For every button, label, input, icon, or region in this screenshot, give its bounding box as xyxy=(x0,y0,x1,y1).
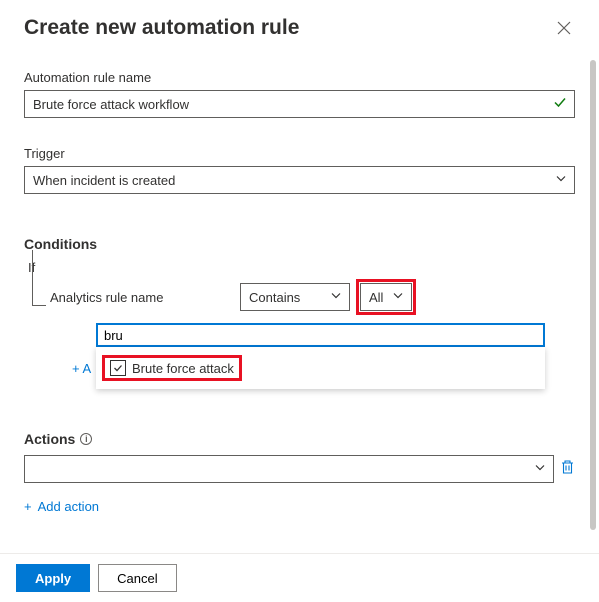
panel-title: Create new automation rule xyxy=(24,16,299,40)
add-action-button[interactable]: + Add action xyxy=(24,499,99,514)
trigger-label: Trigger xyxy=(24,146,575,161)
scrollbar[interactable] xyxy=(590,60,596,530)
add-condition-prefix[interactable]: + A xyxy=(72,361,91,376)
apply-button[interactable]: Apply xyxy=(16,564,90,592)
actions-heading: Actions i xyxy=(24,431,575,447)
plus-icon: + xyxy=(24,499,32,514)
condition-search-input[interactable] xyxy=(96,323,545,347)
checkbox[interactable] xyxy=(110,360,126,376)
trigger-select[interactable]: When incident is created xyxy=(24,166,575,194)
trigger-value: When incident is created xyxy=(33,173,175,188)
condition-field-label: Analytics rule name xyxy=(50,290,240,305)
info-icon: i xyxy=(80,433,92,445)
tree-connector xyxy=(32,250,46,306)
add-action-label: Add action xyxy=(38,499,99,514)
close-button[interactable] xyxy=(553,16,575,42)
rule-name-label: Automation rule name xyxy=(24,70,575,85)
close-icon xyxy=(557,21,571,35)
checkmark-icon xyxy=(113,363,123,373)
actions-heading-text: Actions xyxy=(24,431,75,447)
dropdown-item[interactable]: Brute force attack xyxy=(102,355,242,381)
condition-value: All xyxy=(369,290,383,305)
cancel-button[interactable]: Cancel xyxy=(98,564,176,592)
conditions-heading: Conditions xyxy=(24,236,575,252)
action-select[interactable] xyxy=(24,455,554,483)
delete-action-button[interactable] xyxy=(560,459,575,480)
if-label: If xyxy=(28,260,575,275)
condition-operator-select[interactable]: Contains xyxy=(240,283,350,311)
condition-value-select[interactable]: All xyxy=(360,283,412,311)
dropdown-item-label: Brute force attack xyxy=(132,361,234,376)
operator-value: Contains xyxy=(249,290,300,305)
trash-icon xyxy=(560,459,575,475)
footer: Apply Cancel xyxy=(0,553,599,602)
rule-name-input[interactable] xyxy=(24,90,575,118)
